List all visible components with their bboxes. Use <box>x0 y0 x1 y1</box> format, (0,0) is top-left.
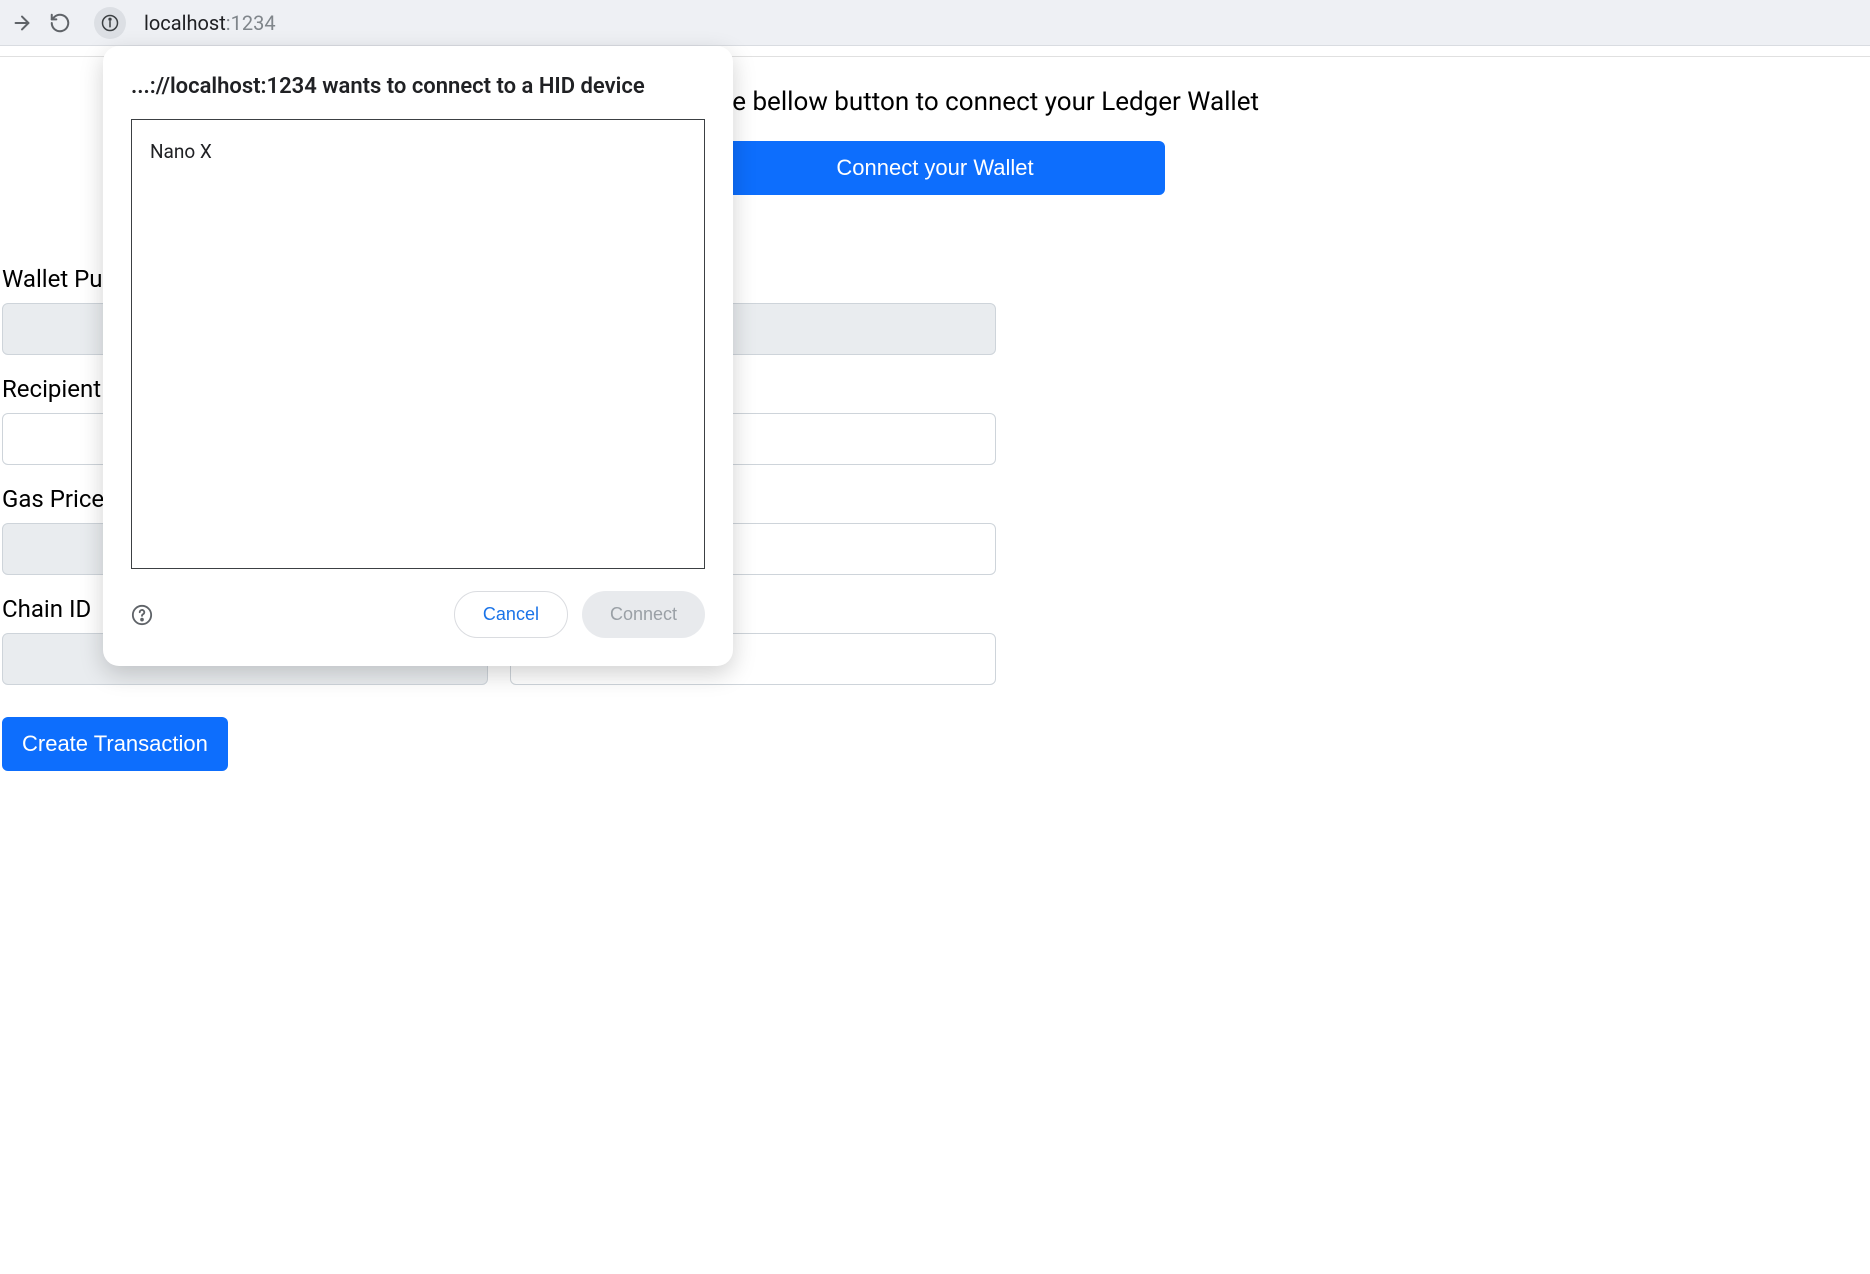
site-info-icon[interactable] <box>94 7 126 39</box>
browser-toolbar: localhost:1234 <box>0 0 1870 46</box>
device-list[interactable]: Nano X <box>131 119 705 569</box>
address-bar[interactable]: localhost:1234 <box>144 11 276 35</box>
dialog-footer: Cancel Connect <box>131 591 705 638</box>
forward-icon[interactable] <box>10 11 34 35</box>
url-host: localhost <box>144 11 226 35</box>
hid-permission-dialog: ...://localhost:1234 wants to connect to… <box>103 46 733 666</box>
reload-icon[interactable] <box>48 11 72 35</box>
url-port: :1234 <box>226 11 276 35</box>
dialog-buttons: Cancel Connect <box>454 591 705 638</box>
dialog-title: ...://localhost:1234 wants to connect to… <box>131 74 705 99</box>
create-transaction-button[interactable]: Create Transaction <box>2 717 228 771</box>
device-item[interactable]: Nano X <box>150 138 686 165</box>
cancel-button[interactable]: Cancel <box>454 591 568 638</box>
connect-wallet-button[interactable]: Connect your Wallet <box>705 141 1165 195</box>
help-icon[interactable] <box>131 604 153 626</box>
connect-button[interactable]: Connect <box>582 591 705 638</box>
